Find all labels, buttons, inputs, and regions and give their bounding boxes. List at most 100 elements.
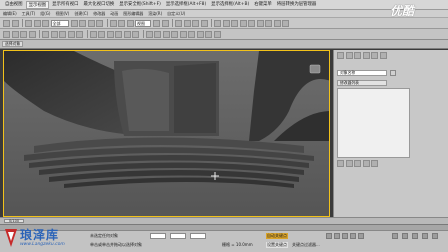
menu-animation[interactable]: 动画 bbox=[110, 11, 118, 17]
tool-icon[interactable] bbox=[115, 30, 122, 38]
tool-icon[interactable] bbox=[154, 30, 161, 38]
tool-icon[interactable] bbox=[213, 30, 221, 38]
menu-graph-editors[interactable]: 图形编辑器 bbox=[123, 11, 143, 17]
coord-z-field[interactable] bbox=[190, 233, 206, 239]
snap-icon[interactable] bbox=[175, 19, 182, 27]
menu-modifiers[interactable]: 修改器 bbox=[93, 11, 105, 17]
menu-group[interactable]: 组(G) bbox=[40, 11, 50, 17]
object-name-field[interactable]: 对象名称 bbox=[337, 70, 387, 76]
menu-customize[interactable]: 自定义(U) bbox=[167, 11, 185, 17]
menu-create[interactable]: 创建(C) bbox=[74, 11, 88, 17]
tool-icon[interactable] bbox=[188, 30, 195, 38]
render-setup-icon[interactable] bbox=[265, 19, 272, 27]
pivot-icon[interactable] bbox=[153, 19, 160, 27]
make-unique-icon[interactable] bbox=[354, 160, 361, 167]
play-icon[interactable] bbox=[342, 233, 348, 239]
tool-icon[interactable] bbox=[145, 30, 153, 38]
zoom-icon[interactable] bbox=[392, 233, 398, 239]
goto-end-icon[interactable] bbox=[358, 233, 364, 239]
motion-tab-icon[interactable] bbox=[362, 52, 370, 59]
manipulate-icon[interactable] bbox=[161, 19, 169, 27]
rotate-icon[interactable] bbox=[118, 19, 125, 27]
selection-filter-dropdown[interactable]: 全部 bbox=[50, 19, 69, 27]
select-by-name-icon[interactable] bbox=[79, 19, 86, 27]
reference-coord-dropdown[interactable]: 视图 bbox=[135, 19, 151, 27]
maximize-viewport-icon[interactable] bbox=[432, 233, 438, 239]
tab-5[interactable]: 显示选择框(Alt+F8) bbox=[164, 1, 208, 9]
spinner-snap-icon[interactable] bbox=[200, 19, 208, 27]
menu-view[interactable]: 视图(V) bbox=[55, 11, 69, 17]
tab-2[interactable]: 显示所有视口 bbox=[50, 1, 80, 9]
menu-tools[interactable]: 工具(T) bbox=[22, 11, 36, 17]
tool-icon[interactable] bbox=[67, 30, 75, 38]
modifier-stack[interactable] bbox=[337, 88, 410, 158]
configure-sets-icon[interactable] bbox=[371, 160, 378, 167]
render-icon[interactable] bbox=[282, 19, 289, 27]
key-filters-button[interactable]: 关键点过滤器... bbox=[292, 242, 320, 248]
tab-3[interactable]: 最大化视口切换 bbox=[82, 1, 117, 9]
percent-snap-icon[interactable] bbox=[192, 19, 199, 27]
render-frame-icon[interactable] bbox=[273, 19, 281, 27]
tool-icon[interactable] bbox=[28, 30, 36, 38]
tab-6[interactable]: 显示选择框(Alt+B) bbox=[209, 1, 251, 9]
remove-modifier-icon[interactable] bbox=[362, 160, 370, 167]
time-slider[interactable]: 0/100 bbox=[0, 217, 448, 224]
link-icon[interactable] bbox=[25, 19, 32, 27]
time-slider-thumb[interactable]: 0/100 bbox=[4, 219, 24, 223]
mirror-icon[interactable] bbox=[214, 19, 221, 27]
rect-select-icon[interactable] bbox=[87, 19, 95, 27]
tool-icon[interactable] bbox=[50, 30, 58, 38]
angle-snap-icon[interactable] bbox=[183, 19, 191, 27]
tool-icon[interactable] bbox=[89, 30, 97, 38]
tab-0[interactable]: 自由视图 bbox=[3, 1, 25, 9]
redo-icon[interactable] bbox=[11, 19, 19, 27]
tool-icon[interactable] bbox=[162, 30, 170, 38]
hierarchy-tab-icon[interactable] bbox=[354, 52, 361, 59]
tool-icon[interactable] bbox=[98, 30, 105, 38]
pin-stack-icon[interactable] bbox=[337, 160, 344, 167]
coord-y-field[interactable] bbox=[170, 233, 186, 239]
curve-editor-icon[interactable] bbox=[239, 19, 247, 27]
modify-tab-icon[interactable] bbox=[345, 52, 353, 59]
show-end-result-icon[interactable] bbox=[345, 160, 353, 167]
move-icon[interactable] bbox=[109, 19, 117, 27]
coord-x-field[interactable] bbox=[150, 233, 166, 239]
zoom-all-icon[interactable] bbox=[402, 233, 408, 239]
window-crossing-icon[interactable] bbox=[96, 19, 103, 27]
modifier-list-dropdown[interactable]: 修改器列表 bbox=[337, 80, 387, 86]
display-tab-icon[interactable] bbox=[371, 52, 378, 59]
orbit-icon[interactable] bbox=[422, 233, 428, 239]
select-mode-label[interactable]: 选择对象 bbox=[2, 41, 24, 47]
tool-icon[interactable] bbox=[132, 30, 139, 38]
menu-render[interactable]: 渲染(R) bbox=[148, 11, 162, 17]
tool-icon[interactable] bbox=[76, 30, 83, 38]
unlink-icon[interactable] bbox=[33, 19, 41, 27]
scale-icon[interactable] bbox=[126, 19, 134, 27]
tool-icon[interactable] bbox=[11, 30, 19, 38]
next-frame-icon[interactable] bbox=[350, 233, 356, 239]
tool-icon[interactable] bbox=[59, 30, 66, 38]
tool-icon[interactable] bbox=[3, 30, 10, 38]
layer-icon[interactable] bbox=[231, 19, 238, 27]
goto-start-icon[interactable] bbox=[326, 233, 332, 239]
align-icon[interactable] bbox=[222, 19, 230, 27]
prev-frame-icon[interactable] bbox=[334, 233, 340, 239]
object-color-swatch[interactable] bbox=[390, 70, 396, 76]
utilities-tab-icon[interactable] bbox=[379, 52, 387, 59]
create-tab-icon[interactable] bbox=[337, 52, 344, 59]
perspective-viewport[interactable]: [+] [透视] [真实] bbox=[3, 50, 330, 217]
schematic-icon[interactable] bbox=[248, 19, 255, 27]
tool-icon[interactable] bbox=[20, 30, 27, 38]
undo-icon[interactable] bbox=[3, 19, 10, 27]
set-key-button[interactable]: 设置关键点 bbox=[266, 242, 288, 248]
tool-icon[interactable] bbox=[196, 30, 204, 38]
tab-7[interactable]: 右键菜单 bbox=[252, 1, 274, 9]
tool-icon[interactable] bbox=[106, 30, 114, 38]
tool-icon[interactable] bbox=[42, 30, 49, 38]
material-editor-icon[interactable] bbox=[256, 19, 264, 27]
tool-icon[interactable] bbox=[205, 30, 212, 38]
tab-1[interactable]: 显示视图 bbox=[25, 0, 50, 9]
tab-8[interactable]: 将层转换为层管理器 bbox=[275, 1, 319, 9]
select-icon[interactable] bbox=[70, 19, 78, 27]
tool-icon[interactable] bbox=[123, 30, 131, 38]
